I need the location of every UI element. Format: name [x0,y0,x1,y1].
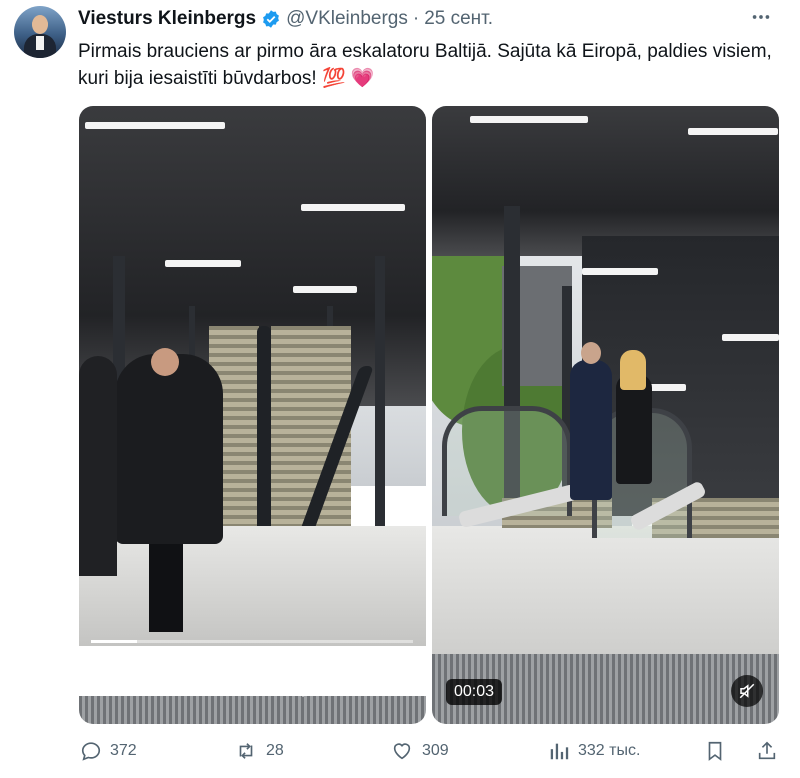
avatar-head [32,15,48,34]
video-progress-fill [91,640,138,643]
video-player-right[interactable]: 00:03 [432,106,779,724]
views-chart-icon [550,743,569,760]
muted-icon[interactable] [731,675,763,707]
share-button[interactable] [756,740,778,762]
action-bar: 372 28 309 332 тыс. [78,740,788,766]
video-frame-escalator-bottom [432,106,779,724]
like-button[interactable]: 309 [390,740,449,762]
popout-icon[interactable] [341,674,365,703]
verified-badge-icon [261,9,281,29]
repost-icon [239,743,253,759]
video-player-left[interactable]: 00:01 / 00:07 [79,106,426,724]
tweet-text: Pirmais brauciens ar pirmo āra eskalator… [78,41,772,89]
repost-count: 28 [266,742,284,759]
separator-dot: · [412,8,420,29]
repost-button[interactable]: 28 [234,740,284,762]
fullscreen-icon[interactable] [391,674,415,703]
views-count: 332 тыс. [578,742,641,759]
video-frame-escalator-top [79,106,426,724]
video-duration-badge: 00:03 [446,679,503,705]
reply-button[interactable]: 372 [80,740,137,762]
reply-icon [81,742,101,761]
like-count: 309 [422,742,449,759]
mute-icon[interactable] [243,674,267,703]
bookmark-button[interactable] [704,740,726,762]
avatar[interactable] [14,6,66,58]
share-icon [758,741,776,760]
video-controls: 00:01 / 00:07 [79,666,426,706]
author-name[interactable]: Viesturs Kleinbergs [78,8,256,30]
bookmark-icon [708,741,722,761]
heart-icon [393,743,411,760]
tweet-date[interactable]: 25 сент. [424,8,493,30]
video-progress-bar[interactable] [91,640,413,643]
reply-count: 372 [110,742,137,759]
avatar-shirt [36,36,44,50]
views-button[interactable]: 332 тыс. [548,740,640,762]
settings-icon[interactable] [291,674,315,703]
author-handle[interactable]: @VKleinbergs [286,8,408,30]
play-icon[interactable] [107,674,127,701]
more-options-icon[interactable] [750,6,772,34]
tweet-header: Viesturs Kleinbergs @VKleinbergs · 25 се… [78,7,493,31]
